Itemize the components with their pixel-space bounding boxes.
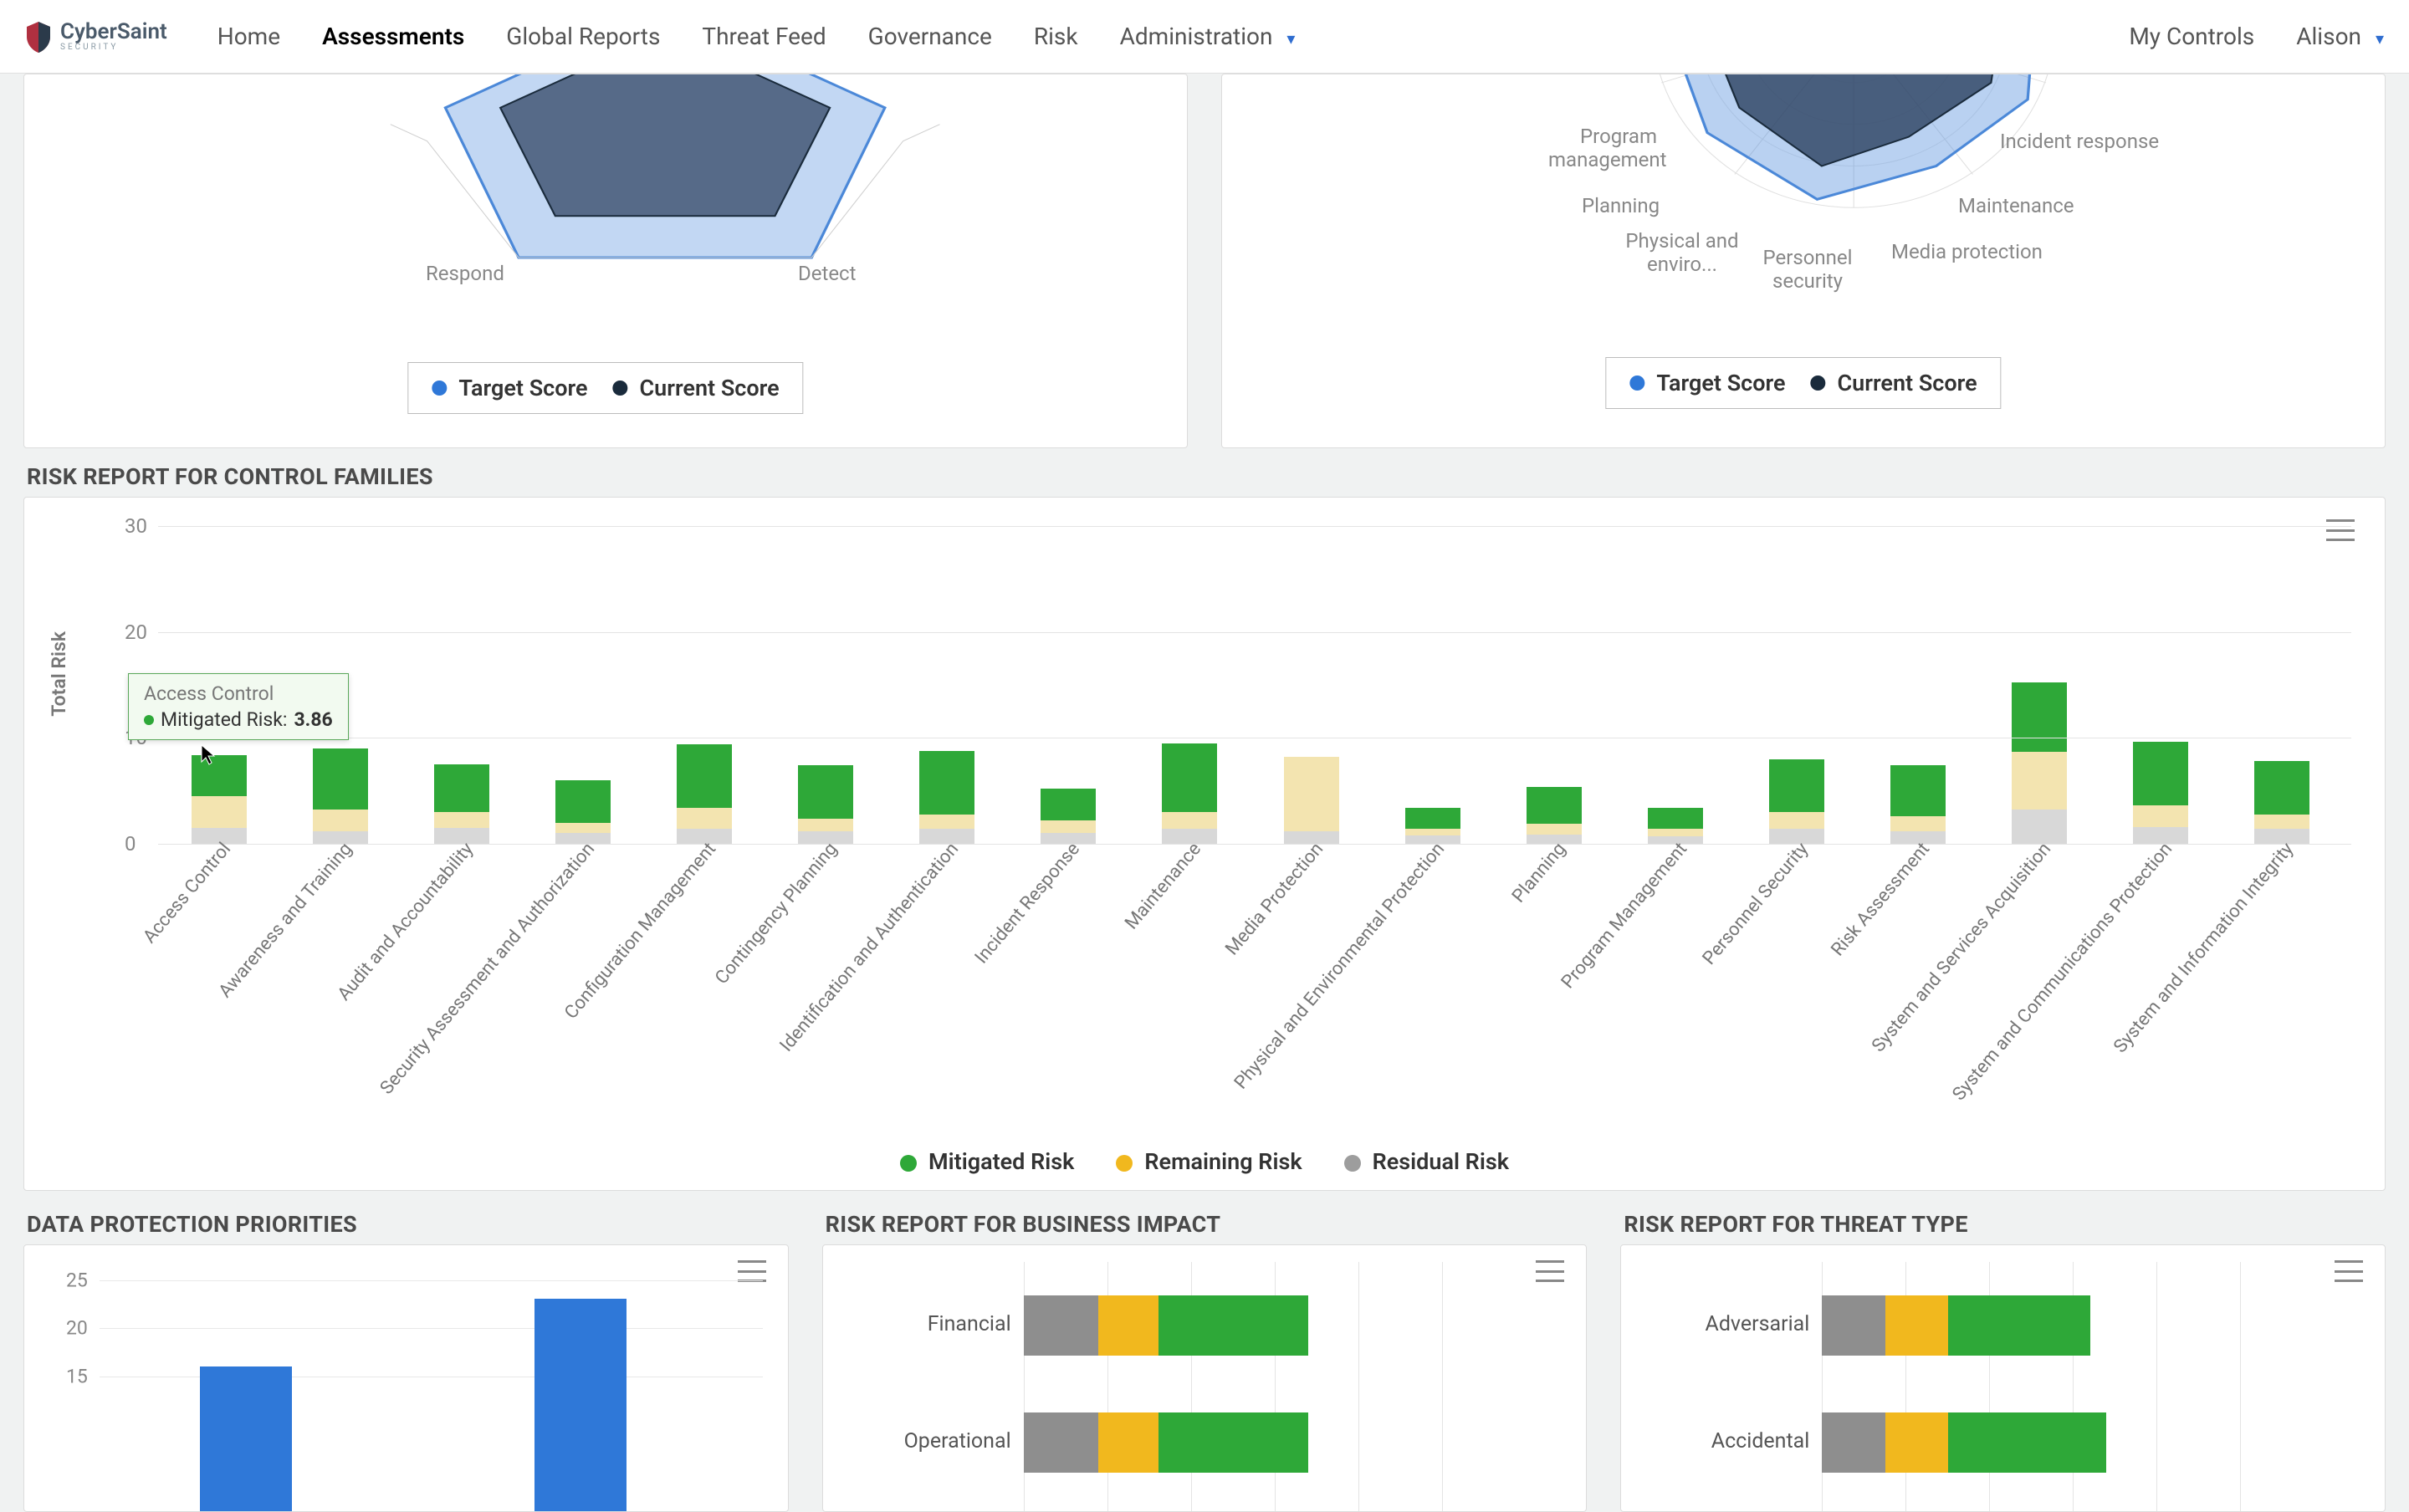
- bar-system-and-services-acquisition[interactable]: [1979, 526, 2100, 844]
- section-title-risk-families: RISK REPORT FOR CONTROL FAMILIES: [27, 463, 2386, 490]
- brand-name: CyberSaint: [60, 21, 167, 43]
- nav-threat-feed[interactable]: Threat Feed: [702, 23, 826, 50]
- risk-families-plot: Access Control Mitigated Risk: 3.86 0102…: [100, 526, 2351, 844]
- nav-risk[interactable]: Risk: [1034, 23, 1078, 50]
- hbar-label: Financial: [823, 1312, 1011, 1336]
- bar-media-protection[interactable]: [1251, 526, 1372, 844]
- brand-logo[interactable]: CyberSaint SECURITY: [25, 20, 167, 54]
- risk-families-legend: Mitigated Risk Remaining Risk Residual R…: [24, 1148, 2385, 1175]
- x-categories: Access ControlAwareness and TrainingAudi…: [158, 832, 2343, 1050]
- nav-items: Home Assessments Global Reports Threat F…: [217, 23, 1296, 50]
- chart-tooltip: Access Control Mitigated Risk: 3.86: [128, 673, 349, 740]
- risk-families-card: Total Risk Access Control Mitigated Risk…: [23, 497, 2386, 1191]
- legend-remaining[interactable]: Remaining Risk: [1116, 1148, 1302, 1175]
- legend-current[interactable]: Current Score: [1811, 370, 1977, 396]
- bar-security-assessment-and-authorization[interactable]: [522, 526, 643, 844]
- chevron-down-icon: ▾: [1286, 28, 1295, 49]
- dot-grey-icon: [1344, 1155, 1361, 1172]
- bars-container: [158, 526, 2343, 844]
- radar-label-planning: Planning: [1582, 194, 1660, 217]
- radar-card-right: Program management Planning Physical and…: [1221, 74, 2386, 448]
- hbar-label: Operational: [823, 1429, 1011, 1453]
- hbar[interactable]: [1822, 1295, 2090, 1356]
- nav-assessments[interactable]: Assessments: [322, 23, 464, 50]
- bar-incident-response[interactable]: [1008, 526, 1129, 844]
- dot-dark-icon: [1811, 375, 1826, 391]
- legend-current[interactable]: Current Score: [613, 375, 780, 401]
- threat-type-card: Adversarial Accidental: [1620, 1244, 2386, 1512]
- dot-dark-icon: [613, 381, 628, 396]
- tooltip-dot-icon: [144, 715, 154, 725]
- nav-administration-label: Administration: [1120, 23, 1273, 50]
- legend-target[interactable]: Target Score: [1629, 370, 1785, 396]
- legend-residual[interactable]: Residual Risk: [1344, 1148, 1509, 1175]
- nav-user-name: Alison: [2296, 23, 2361, 50]
- bar-identification-and-authentication[interactable]: [887, 526, 1008, 844]
- bar-personnel-security[interactable]: [1736, 526, 1857, 844]
- xcat-label: Maintenance: [1122, 839, 1206, 933]
- nav-global-reports[interactable]: Global Reports: [506, 23, 660, 50]
- tooltip-category: Access Control: [144, 682, 333, 705]
- dp-bar-0[interactable]: [200, 1366, 292, 1511]
- business-impact-card: Financial Operational: [822, 1244, 1588, 1512]
- bar-audit-and-accountability[interactable]: [401, 526, 522, 844]
- radar-label-detect: Detect: [798, 262, 856, 285]
- radar-label-respond: Respond: [426, 262, 504, 285]
- dp-bar-1[interactable]: [534, 1299, 627, 1511]
- hbar-label: Accidental: [1621, 1429, 1809, 1453]
- business-impact-plot: Financial Operational: [823, 1245, 1587, 1511]
- nav-user-menu[interactable]: Alison ▾: [2296, 23, 2384, 50]
- bar-system-and-communications-protection[interactable]: [2100, 526, 2222, 844]
- radar-label-media-prot: Media protection: [1891, 240, 2043, 263]
- section-title-data-protection: DATA PROTECTION PRIORITIES: [27, 1211, 789, 1238]
- bar-maintenance[interactable]: [1129, 526, 1251, 844]
- tooltip-series: Mitigated Risk:: [161, 708, 287, 731]
- dot-blue-icon: [1629, 375, 1644, 391]
- nav-governance[interactable]: Governance: [868, 23, 992, 50]
- radar-right-legend: Target Score Current Score: [1605, 357, 2001, 409]
- shield-icon: [25, 20, 52, 54]
- radar-label-personnel-sec: Personnel security: [1753, 246, 1862, 293]
- nav-right: My Controls Alison ▾: [2129, 23, 2384, 50]
- y-axis-label: Total Risk: [48, 631, 70, 717]
- bar-planning[interactable]: [1493, 526, 1614, 844]
- radar-card-left: Respond Detect Target Score Current Scor…: [23, 74, 1188, 448]
- bar-physical-and-environmental-protection[interactable]: [1372, 526, 1493, 844]
- tooltip-value: 3.86: [294, 708, 332, 731]
- chevron-down-icon: ▾: [2376, 28, 2384, 49]
- nav-home[interactable]: Home: [217, 23, 280, 50]
- radar-label-maintenance: Maintenance: [1958, 194, 2074, 217]
- xcat-label: Planning: [1508, 839, 1570, 907]
- bar-configuration-management[interactable]: [643, 526, 765, 844]
- data-protection-card: 152025: [23, 1244, 789, 1512]
- bar-risk-assessment[interactable]: [1858, 526, 1979, 844]
- radar-label-physical-env: Physical and enviro...: [1624, 229, 1741, 276]
- hbar[interactable]: [1822, 1412, 2106, 1473]
- legend-target[interactable]: Target Score: [432, 375, 587, 401]
- radar-label-program-mgmt: Program management: [1548, 125, 1657, 171]
- radar-label-incident-resp: Incident response: [2000, 130, 2159, 153]
- dot-yellow-icon: [1116, 1155, 1133, 1172]
- hbar[interactable]: [1024, 1295, 1308, 1356]
- dot-green-icon: [900, 1155, 917, 1172]
- dot-blue-icon: [432, 381, 447, 396]
- bar-contingency-planning[interactable]: [765, 526, 887, 844]
- cursor-arrow-icon: [200, 743, 217, 765]
- section-title-threat-type: RISK REPORT FOR THREAT TYPE: [1624, 1211, 2386, 1238]
- hbar[interactable]: [1024, 1412, 1308, 1473]
- hbar-label: Adversarial: [1621, 1312, 1809, 1336]
- nav-administration[interactable]: Administration ▾: [1120, 23, 1296, 50]
- section-title-business-impact: RISK REPORT FOR BUSINESS IMPACT: [826, 1211, 1588, 1238]
- bar-system-and-information-integrity[interactable]: [2222, 526, 2343, 844]
- data-protection-plot: 152025: [100, 1270, 763, 1511]
- xcat-label: Access Control: [139, 839, 235, 948]
- threat-type-plot: Adversarial Accidental: [1621, 1245, 2385, 1511]
- radar-left-legend: Target Score Current Score: [407, 362, 803, 414]
- top-nav: CyberSaint SECURITY Home Assessments Glo…: [0, 0, 2409, 74]
- bar-program-management[interactable]: [1614, 526, 1736, 844]
- legend-mitigated[interactable]: Mitigated Risk: [900, 1148, 1074, 1175]
- nav-my-controls[interactable]: My Controls: [2129, 23, 2254, 50]
